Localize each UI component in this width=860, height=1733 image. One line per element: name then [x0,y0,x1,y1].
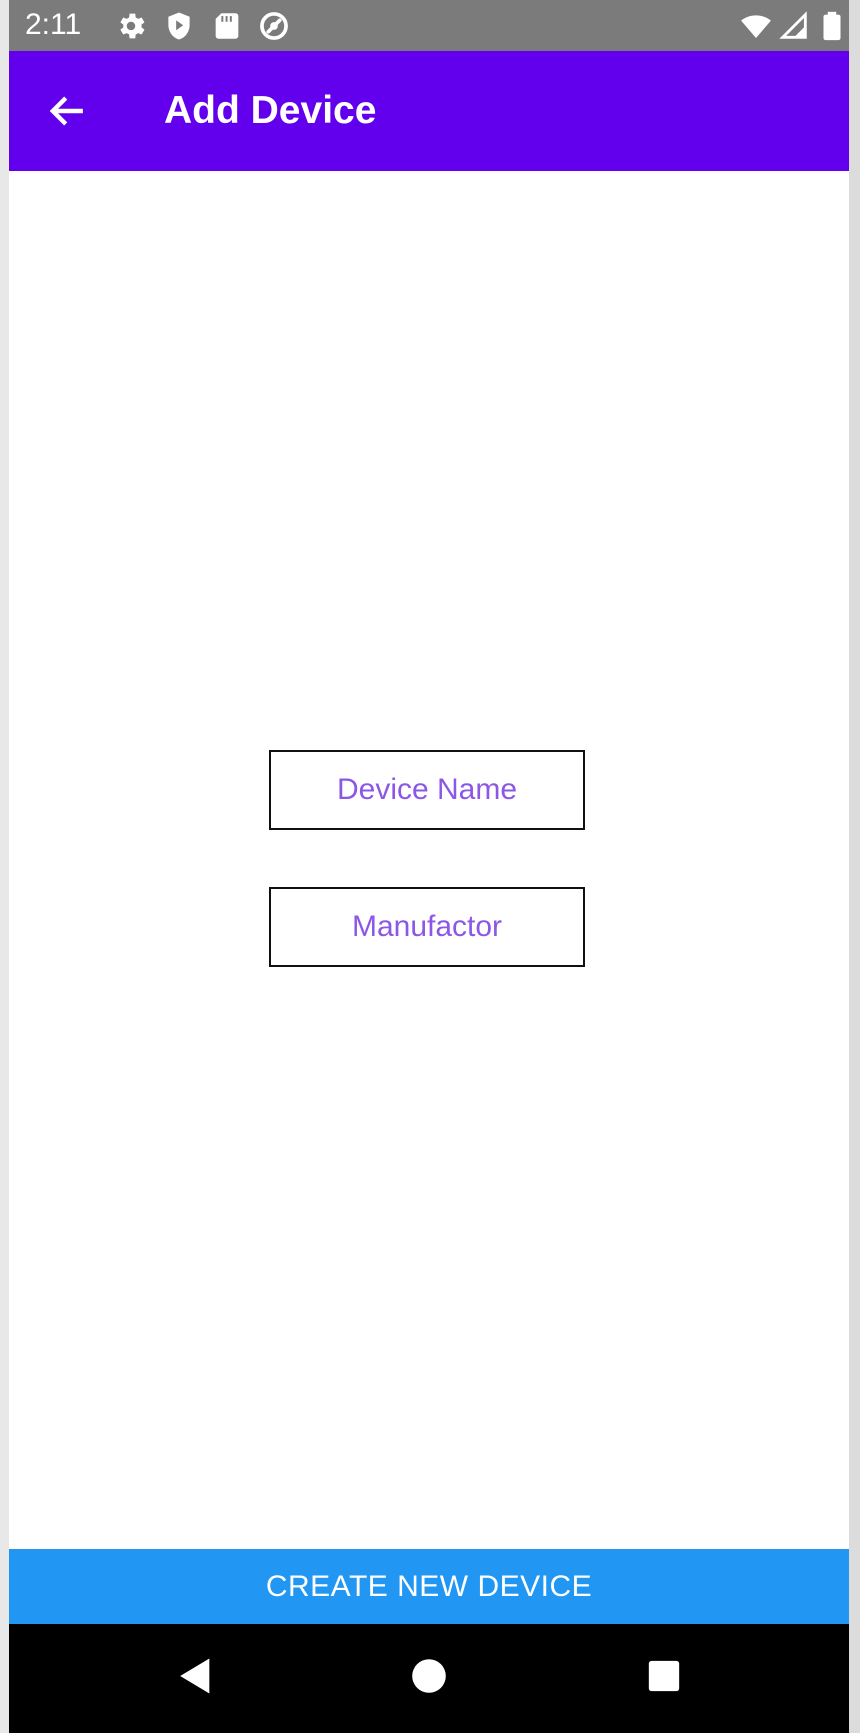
back-button[interactable] [39,84,93,138]
status-bar: 2:11 [9,0,849,51]
create-button-label: CREATE NEW DEVICE [265,1569,593,1603]
screen: 2:11 Add Device Device Name Manufactor C… [0,0,860,1733]
home-circle-icon[interactable] [401,1648,457,1704]
device-name-field[interactable] [269,750,585,830]
play-protect-icon [168,12,190,40]
desktop-edge-right [849,0,860,1733]
create-new-device-button[interactable]: CREATE NEW DEVICE [9,1549,849,1624]
battery-icon [823,11,841,41]
desktop-edge-left [0,0,9,1733]
page-title: Add Device [164,89,377,132]
status-time: 2:11 [25,8,82,41]
settings-icon [120,13,145,39]
wifi-icon [741,15,771,39]
manufacturer-field[interactable] [269,887,585,967]
manufacturer-input[interactable] [271,889,583,965]
sd-card-icon [215,13,239,39]
recents-square-icon[interactable] [636,1648,692,1704]
back-triangle-icon[interactable] [165,1648,221,1704]
arrow-back-icon [49,96,83,126]
signal-icon [779,11,807,39]
sync-icon [260,12,288,40]
app-bar: Add Device [9,51,849,171]
phone-screen: 2:11 Add Device Device Name Manufactor C… [9,0,849,1733]
device-name-input[interactable] [271,752,583,828]
navigation-bar [9,1624,849,1733]
main-content [9,171,849,1549]
